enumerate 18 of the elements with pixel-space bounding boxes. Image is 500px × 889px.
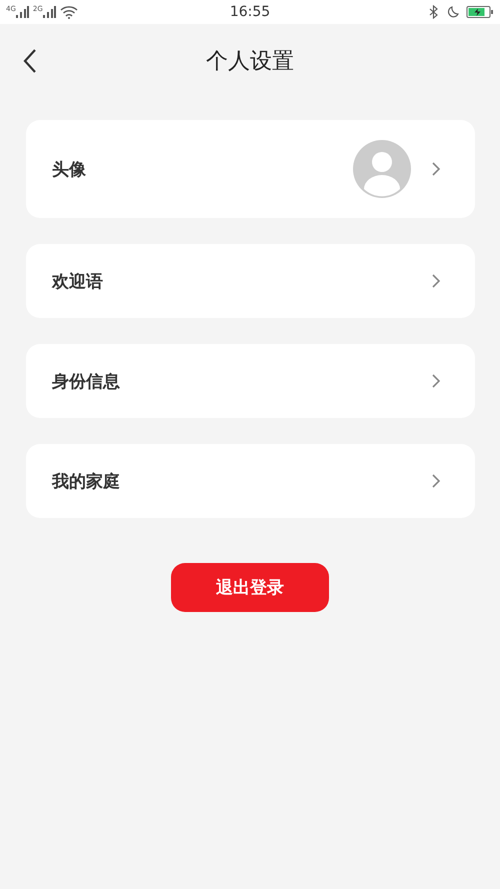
moon-icon <box>446 5 460 19</box>
settings-row[interactable]: 我的家庭 <box>26 444 475 518</box>
chevron-right-icon <box>431 161 441 177</box>
settings-row[interactable]: 头像 <box>26 120 475 218</box>
logout-button[interactable]: 退出登录 <box>171 563 329 612</box>
chevron-right-icon <box>431 273 441 289</box>
chevron-right-icon <box>431 473 441 489</box>
settings-row[interactable]: 欢迎语 <box>26 244 475 318</box>
chevron-right-icon <box>431 373 441 389</box>
bluetooth-icon <box>428 5 440 19</box>
wifi-icon <box>60 5 78 19</box>
signal-icon <box>42 6 56 18</box>
signal-icon <box>16 6 29 18</box>
page-title: 个人设置 <box>206 48 294 76</box>
clock-time: 16:55 <box>228 4 272 20</box>
settings-row[interactable]: 身份信息 <box>26 344 475 418</box>
back-icon[interactable] <box>22 48 38 74</box>
avatar-icon <box>353 140 411 198</box>
